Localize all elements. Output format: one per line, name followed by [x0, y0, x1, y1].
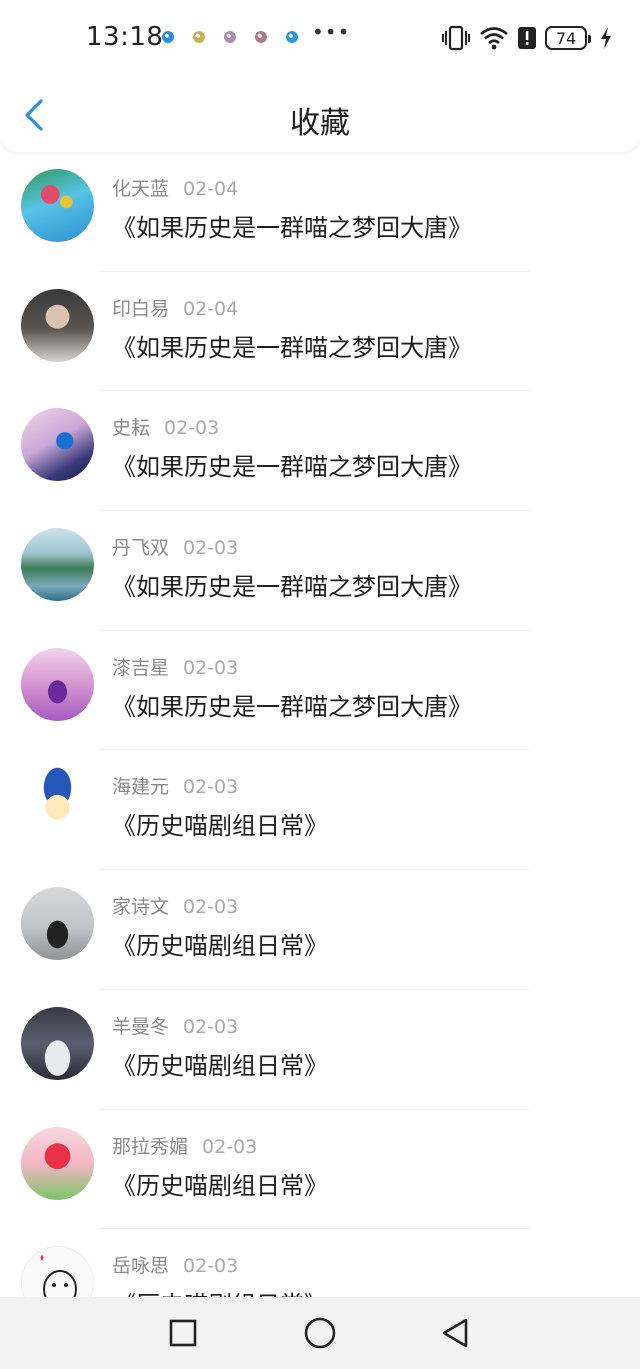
notification-icon — [286, 31, 298, 43]
page-title: 收藏 — [290, 106, 350, 141]
user-name: 那拉秀媚 — [112, 1135, 189, 1158]
app-header: 收藏 — [0, 78, 640, 152]
favorites-list[interactable]: 化天蓝 02-04 《如果历史是一群喵之梦回大唐》 印白易 02-04 《如果历史是… — [0, 152, 640, 1297]
cartoon-avatar-icon — [40, 1255, 77, 1297]
system-icons: 74 — [442, 23, 612, 53]
book-title[interactable]: 《历史喵剧组日常》 — [112, 1166, 328, 1201]
book-title[interactable]: 《历史喵剧组日常》 — [112, 926, 328, 961]
avatar[interactable] — [21, 1006, 94, 1080]
square-icon[interactable] — [165, 1315, 201, 1351]
date: 02-04 — [183, 297, 239, 320]
user-name: 漆吉星 — [112, 656, 170, 679]
avatar[interactable] — [21, 408, 94, 482]
date: 02-03 — [183, 537, 239, 560]
list-item[interactable]: 漆吉星 02-03 《如果历史是一群喵之梦回大唐》 — [0, 631, 640, 751]
notification-icon — [162, 31, 174, 43]
user-name: 丹飞双 — [112, 537, 170, 560]
date: 02-03 — [183, 1255, 239, 1278]
book-title[interactable]: 《历史喵剧组日常》 — [112, 806, 328, 841]
charging-icon — [601, 27, 611, 49]
system-nav-bar — [0, 1297, 640, 1369]
avatar[interactable] — [21, 647, 94, 721]
avatar[interactable] — [21, 169, 94, 242]
avatar[interactable] — [21, 1246, 94, 1297]
list-item[interactable]: 海建元 02-03 《历史喵剧组日常》 — [0, 750, 640, 871]
book-title[interactable]: 《如果历史是一群喵之梦回大唐》 — [112, 328, 472, 363]
book-title[interactable]: 《历史喵剧组日常》 — [112, 1046, 328, 1081]
avatar[interactable] — [21, 288, 94, 362]
triangle-back-icon[interactable] — [438, 1315, 474, 1351]
date: 02-03 — [183, 896, 239, 919]
date: 02-03 — [164, 417, 220, 440]
date: 02-03 — [202, 1135, 258, 1158]
notification-icon — [255, 31, 267, 43]
book-title[interactable]: 《如果历史是一群喵之梦回大唐》 — [112, 567, 472, 602]
battery-level: 74 — [555, 28, 577, 48]
list-item[interactable]: 化天蓝 02-04 《如果历史是一群喵之梦回大唐》 — [0, 152, 640, 272]
user-name: 岳咏思 — [112, 1255, 170, 1278]
user-name: 化天蓝 — [112, 178, 170, 200]
user-name: 印白易 — [112, 297, 170, 320]
list-item[interactable]: 羊曼冬 02-03 《历史喵剧组日常》 — [0, 990, 640, 1110]
book-title[interactable]: 《如果历史是一群喵之梦回大唐》 — [112, 208, 472, 243]
date: 02-03 — [183, 776, 239, 799]
user-name: 羊曼冬 — [112, 1015, 170, 1038]
notification-icon — [224, 31, 236, 43]
list-item[interactable]: 那拉秀媚 02-03 《历史喵剧组日常》 — [0, 1110, 640, 1230]
circle-icon[interactable] — [302, 1315, 338, 1351]
user-name: 海建元 — [112, 776, 170, 799]
list-item[interactable]: 史耘 02-03 《如果历史是一群喵之梦回大唐》 — [0, 391, 640, 512]
notification-icon — [193, 31, 205, 43]
list-item[interactable]: 丹飞双 02-03 《如果历史是一群喵之梦回大唐》 — [0, 511, 640, 631]
list-item[interactable]: 岳咏思 02-03 《历史喵剧组日常》 — [0, 1229, 640, 1297]
list-item[interactable]: 印白易 02-04 《如果历史是一群喵之梦回大唐》 — [0, 272, 640, 392]
avatar[interactable] — [21, 767, 94, 841]
status-bar: 13:18 ••• 74 — [0, 0, 640, 78]
date: 02-03 — [183, 656, 239, 679]
list-item[interactable]: 家诗文 02-03 《历史喵剧组日常》 — [0, 870, 640, 990]
date: 02-04 — [183, 178, 239, 200]
book-title[interactable]: 《如果历史是一群喵之梦回大唐》 — [112, 687, 472, 722]
status-time: 13:18 — [86, 22, 164, 52]
more-notifications-icon: ••• — [312, 20, 351, 44]
user-name: 家诗文 — [112, 896, 170, 919]
avatar[interactable] — [21, 1126, 94, 1200]
vibrate-icon — [442, 25, 470, 51]
book-title[interactable]: 《如果历史是一群喵之梦回大唐》 — [112, 447, 472, 482]
wifi-icon — [480, 27, 508, 50]
battery-icon: 74 — [545, 26, 591, 50]
user-name: 史耘 — [112, 417, 151, 440]
book-title[interactable]: 《历史喵剧组日常》 — [112, 1285, 328, 1297]
alert-icon — [518, 27, 536, 49]
avatar[interactable] — [21, 887, 94, 961]
date: 02-03 — [183, 1015, 239, 1038]
avatar[interactable] — [21, 528, 94, 602]
